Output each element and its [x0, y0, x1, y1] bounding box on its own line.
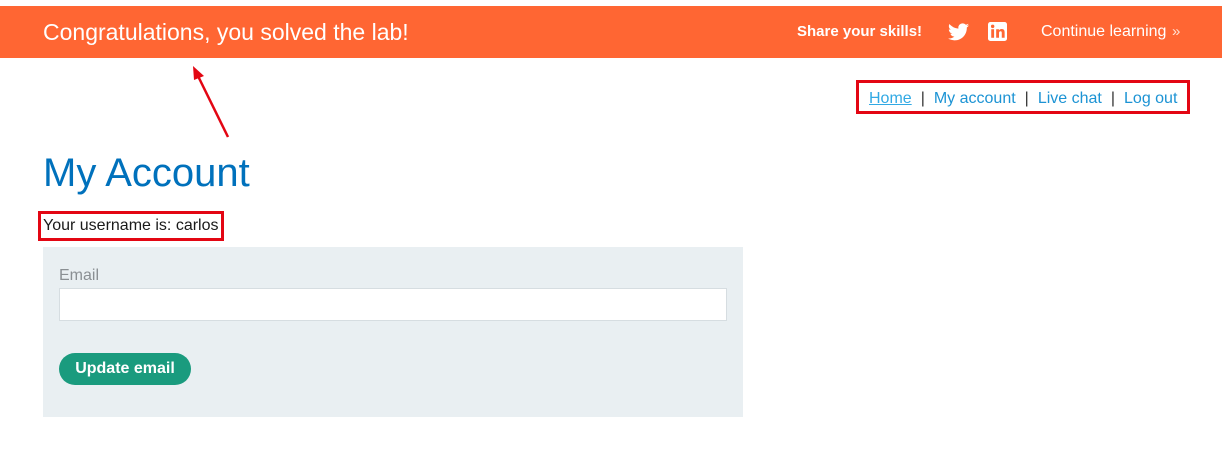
nav-link-my-account[interactable]: My account [934, 90, 1016, 107]
update-email-button[interactable]: Update email [59, 353, 191, 385]
nav-link-home[interactable]: Home [869, 90, 912, 107]
annotation-arrow-icon [193, 66, 230, 138]
page-title: My Account [43, 151, 250, 195]
continue-learning-link[interactable]: Continue learning [1041, 23, 1166, 41]
nav-link-live-chat[interactable]: Live chat [1038, 90, 1102, 107]
nav-separator: | [1024, 90, 1029, 107]
nav-separator: | [920, 90, 925, 107]
double-chevron-right-icon: » [1172, 23, 1181, 40]
lab-solved-banner: Congratulations, you solved the lab! Sha… [0, 6, 1222, 58]
top-navigation: Home | My account | Live chat | Log out [869, 89, 1177, 109]
share-skills-label: Share your skills! [797, 23, 923, 40]
twitter-icon[interactable] [948, 22, 969, 42]
linkedin-icon[interactable] [988, 22, 1007, 41]
banner-message: Congratulations, you solved the lab! [43, 19, 409, 45]
nav-separator: | [1110, 90, 1116, 107]
email-label: Email [59, 267, 100, 284]
username-text: Your username is: carlos [43, 217, 219, 234]
update-email-form [43, 247, 743, 417]
email-input[interactable] [59, 288, 727, 321]
nav-link-log-out[interactable]: Log out [1124, 90, 1177, 107]
